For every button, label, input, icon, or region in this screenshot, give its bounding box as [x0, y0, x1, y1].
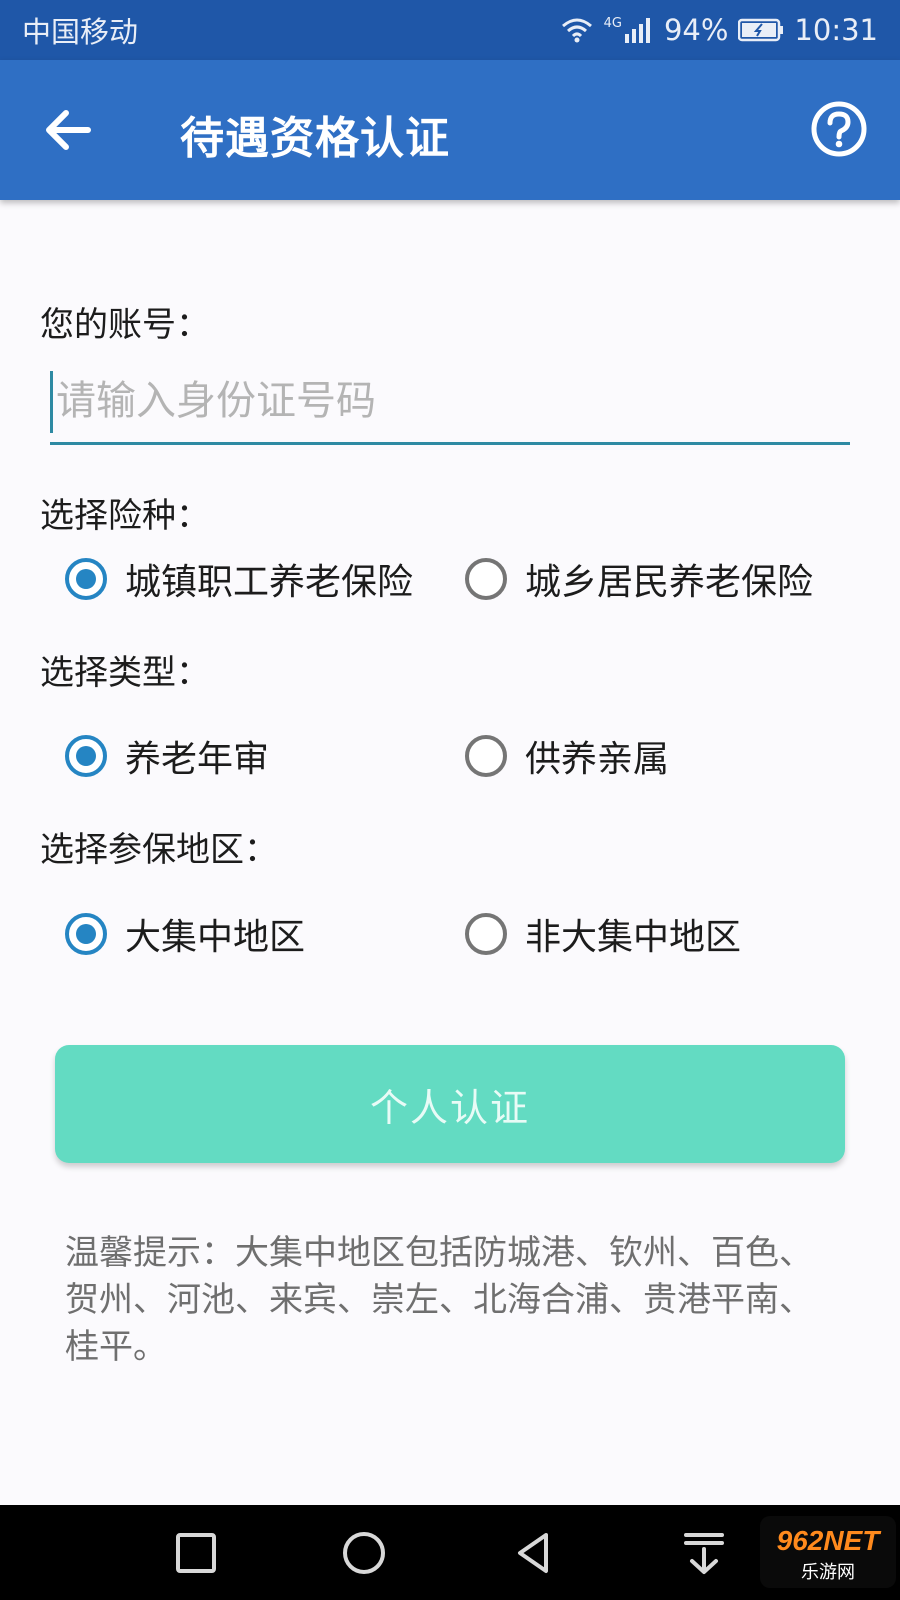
- battery-icon: [738, 18, 784, 42]
- region-label: 选择参保地区：: [40, 830, 278, 870]
- wifi-icon: [560, 16, 594, 44]
- clock: 10:31: [794, 13, 878, 47]
- network-type: 4G: [603, 16, 622, 31]
- battery-percent: 94%: [663, 13, 729, 47]
- insurance-label: 选择险种：: [40, 496, 210, 536]
- radio-checked-icon: [65, 913, 107, 955]
- radio-label: 大集中地区: [125, 917, 306, 958]
- back-button[interactable]: [40, 104, 96, 156]
- insurance-radio-group: 城镇职工养老保险 城乡居民养老保险: [0, 548, 900, 618]
- type-label: 选择类型：: [40, 653, 210, 693]
- signal-icon: 4G: [604, 16, 654, 44]
- radio-urban-rural-resident-pension[interactable]: 城乡居民养老保险: [465, 553, 813, 605]
- radio-annual-review[interactable]: 养老年审: [65, 730, 269, 782]
- home-icon: [343, 1532, 385, 1574]
- status-bar: 中国移动 4G 94% 10:31: [0, 0, 900, 60]
- radio-checked-icon: [65, 558, 107, 600]
- notification-pull-icon: [684, 1533, 724, 1574]
- radio-label: 养老年审: [125, 739, 270, 780]
- back-nav-button[interactable]: [506, 1525, 562, 1581]
- radio-label: 供养亲属: [525, 739, 670, 780]
- svg-text:962NET: 962NET: [777, 1525, 883, 1556]
- radio-non-centralized-region[interactable]: 非大集中地区: [465, 908, 741, 960]
- home-button[interactable]: [336, 1525, 392, 1581]
- radio-unchecked-icon: [465, 735, 507, 777]
- back-triangle-icon: [518, 1533, 548, 1573]
- text-caret: [50, 371, 53, 433]
- radio-unchecked-icon: [465, 558, 507, 600]
- radio-label: 城镇职工养老保险: [125, 562, 414, 603]
- id-number-input[interactable]: [50, 365, 850, 445]
- status-indicators: 4G 94% 10:31: [560, 13, 878, 47]
- region-radio-group: 大集中地区 非大集中地区: [0, 903, 900, 973]
- radio-urban-employee-pension[interactable]: 城镇职工养老保险: [65, 553, 413, 605]
- page-title: 待遇资格认证: [180, 113, 450, 164]
- svg-text:乐游网: 乐游网: [801, 1562, 855, 1583]
- radio-checked-icon: [65, 735, 107, 777]
- radio-label: 非大集中地区: [525, 917, 742, 958]
- radio-label: 城乡居民养老保险: [525, 562, 814, 603]
- tip-text: 温馨提示：大集中地区包括防城港、钦州、百色、贺州、河池、来宾、崇左、北海合浦、贵…: [65, 1233, 813, 1367]
- site-watermark-logo: 962NET 乐游网: [758, 1512, 898, 1592]
- radio-dependent-relatives[interactable]: 供养亲属: [465, 730, 669, 782]
- recent-apps-button[interactable]: [168, 1525, 224, 1581]
- account-label: 您的账号：: [40, 305, 210, 345]
- personal-verification-button[interactable]: 个人认证: [55, 1045, 845, 1163]
- recent-apps-icon: [176, 1533, 216, 1573]
- notification-pull-button[interactable]: [676, 1525, 732, 1581]
- app-bar: 待遇资格认证: [0, 60, 900, 200]
- arrow-left-icon: [46, 110, 91, 150]
- question-circle-icon: [811, 101, 867, 157]
- type-radio-group: 养老年审 供养亲属: [0, 725, 900, 795]
- carrier-name: 中国移动: [22, 15, 139, 49]
- radio-unchecked-icon: [465, 913, 507, 955]
- radio-centralized-region[interactable]: 大集中地区: [65, 908, 305, 960]
- help-button[interactable]: [810, 100, 868, 158]
